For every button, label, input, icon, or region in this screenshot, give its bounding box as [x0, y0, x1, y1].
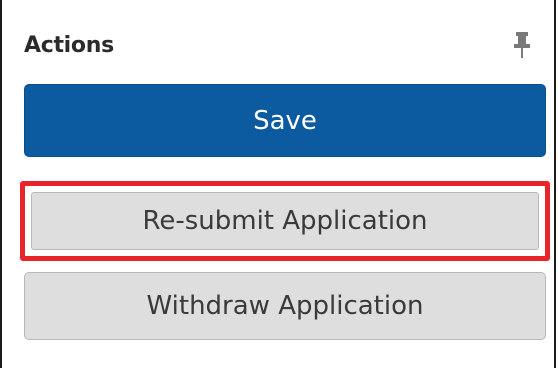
actions-header: Actions — [24, 28, 538, 64]
save-button[interactable]: Save — [24, 84, 546, 157]
actions-panel: Actions Save Re-submit Application Withd… — [0, 0, 556, 368]
withdraw-application-button[interactable]: Withdraw Application — [24, 272, 546, 340]
actions-title: Actions — [24, 33, 114, 58]
resubmit-application-button[interactable]: Re-submit Application — [31, 192, 539, 250]
resubmit-highlight: Re-submit Application — [20, 181, 550, 261]
pin-icon[interactable] — [512, 32, 532, 58]
